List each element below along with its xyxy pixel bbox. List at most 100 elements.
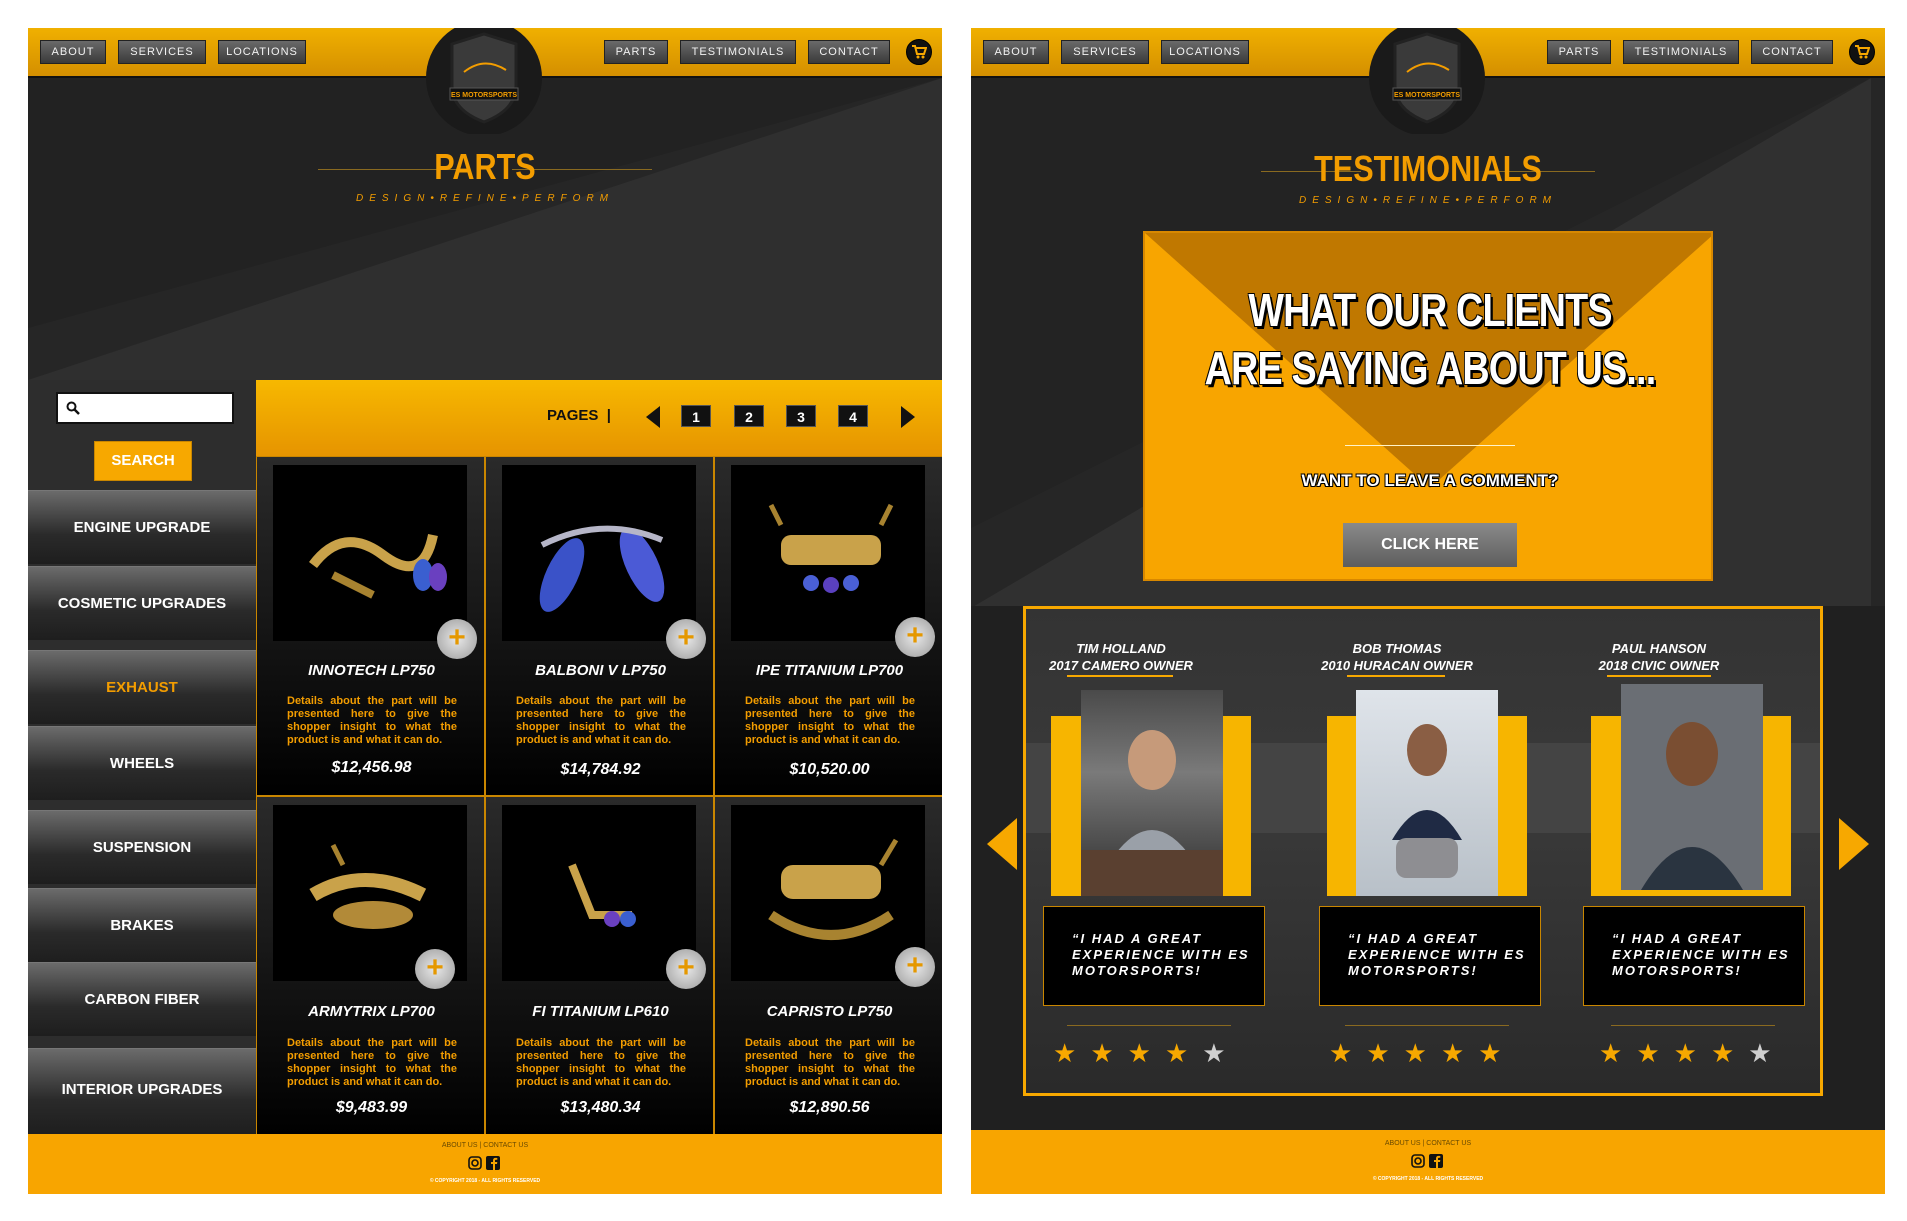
product-price: $12,890.56: [789, 1099, 870, 1116]
plus-icon[interactable]: +: [895, 617, 935, 657]
nav-parts[interactable]: PARTS: [1547, 40, 1611, 64]
page-2[interactable]: 2: [734, 405, 764, 427]
nav-locations[interactable]: LOCATIONS: [218, 40, 306, 64]
nav-testimonials[interactable]: TESTIMONIALS: [680, 40, 796, 64]
product-card[interactable]: + IPE TITANIUM LP700 Details about the p…: [714, 456, 942, 796]
category-label: SUSPENSION: [92, 839, 192, 856]
plus-icon[interactable]: +: [895, 947, 935, 987]
star-icon: ★: [1329, 1038, 1367, 1068]
product-card[interactable]: + CAPRISTO LP750 Details about the part …: [714, 796, 942, 1136]
category-label: INTERIOR UPGRADES: [61, 1081, 223, 1098]
category-brakes[interactable]: BRAKES: [28, 888, 256, 962]
product-image: [731, 465, 925, 641]
page-4[interactable]: 4: [838, 405, 868, 427]
product-name: CAPRISTO LP750: [766, 1003, 893, 1020]
footer-contact-link[interactable]: CONTACT US: [483, 1142, 528, 1149]
arrow-left-icon[interactable]: [646, 406, 660, 428]
comment-prompt: WANT TO LEAVE A COMMENT?: [1301, 471, 1559, 490]
star-icon: ★: [1478, 1038, 1516, 1068]
logo-text: ES MOTORSPORTS: [451, 92, 517, 99]
category-cosmetic-upgrades[interactable]: COSMETIC UPGRADES: [28, 566, 256, 640]
client-quote: “I HAD A GREAT EXPERIENCE WITH ES MOTORS…: [1319, 906, 1541, 1006]
category-carbon-fiber[interactable]: CARBON FIBER: [28, 962, 256, 1036]
facebook-icon[interactable]: [1429, 1154, 1443, 1168]
category-label: BRAKES: [110, 917, 174, 934]
nav-contact[interactable]: CONTACT: [1751, 40, 1833, 64]
footer-about-link[interactable]: ABOUT US: [442, 1142, 478, 1149]
footer-link-separator: |: [479, 1142, 482, 1149]
headline-line-1: WHAT OUR CLIENTS: [1248, 284, 1612, 336]
page-title: TESTIMONIALS: [1314, 148, 1542, 189]
plus-icon[interactable]: +: [415, 949, 455, 989]
category-exhaust[interactable]: EXHAUST: [28, 650, 256, 724]
client-underline: [1067, 675, 1173, 677]
page-1[interactable]: 1: [681, 405, 711, 427]
logo: ES MOTORSPORTS: [426, 28, 542, 134]
footer-about-link[interactable]: ABOUT US: [1385, 1140, 1421, 1147]
client-underline: [1607, 675, 1711, 677]
plus-icon[interactable]: +: [666, 619, 706, 659]
page-3[interactable]: 3: [786, 405, 816, 427]
client-name: BOB THOMAS 2010 HURACAN OWNER: [1321, 641, 1473, 673]
plus-icon[interactable]: +: [437, 619, 477, 659]
footer-links: ABOUT US | CONTACT US: [971, 1140, 1885, 1147]
star-icon: ★: [1053, 1038, 1091, 1068]
arrow-right-icon[interactable]: [901, 406, 915, 428]
category-label: WHEELS: [109, 755, 175, 772]
pages-label: PAGES |: [547, 407, 611, 424]
instagram-icon[interactable]: [468, 1156, 482, 1170]
footer-contact-link[interactable]: CONTACT US: [1426, 1140, 1471, 1147]
copyright: © COPYRIGHT 2018 - ALL RIGHTS RESERVED: [1372, 1176, 1484, 1182]
category-interior-upgrades[interactable]: INTERIOR UPGRADES: [28, 1048, 256, 1134]
plus-icon[interactable]: +: [666, 949, 706, 989]
instagram-icon[interactable]: [1411, 1154, 1425, 1168]
nav-locations[interactable]: LOCATIONS: [1161, 40, 1249, 64]
star-icon: ★: [1366, 1038, 1404, 1068]
testimonials-page: ABOUT SERVICES LOCATIONS PARTS TESTIMONI…: [971, 28, 1885, 1194]
product-card[interactable]: + INNOTECH LP750 Details about the part …: [256, 456, 485, 796]
product-name: INNOTECH LP750: [308, 662, 435, 679]
quote-divider: [1345, 1025, 1509, 1026]
category-wheels[interactable]: WHEELS: [28, 726, 256, 800]
arrow-right-icon[interactable]: [1839, 818, 1869, 870]
product-price: $10,520.00: [789, 761, 870, 778]
category-engine-upgrade[interactable]: ENGINE UPGRADE: [28, 490, 256, 564]
client-name: PAUL HANSON 2018 CIVIC OWNER: [1598, 641, 1720, 673]
product-description: Details about the part will be presented…: [287, 695, 457, 746]
product-card[interactable]: + FI TITANIUM LP610 Details about the pa…: [485, 796, 714, 1136]
logo: ES MOTORSPORTS: [1369, 28, 1485, 134]
facebook-icon[interactable]: [486, 1156, 500, 1170]
client-photo: [1356, 690, 1498, 896]
parts-page: ABOUT SERVICES LOCATIONS PARTS TESTIMONI…: [28, 28, 942, 1194]
cart-icon[interactable]: [1849, 39, 1875, 65]
arrow-left-icon[interactable]: [987, 818, 1017, 870]
search-button[interactable]: SEARCH: [94, 441, 192, 481]
nav-testimonials[interactable]: TESTIMONIALS: [1623, 40, 1739, 64]
nav-services[interactable]: SERVICES: [118, 40, 206, 64]
cart-icon[interactable]: [906, 39, 932, 65]
tagline: DESIGN•REFINE•PERFORM: [355, 193, 614, 204]
product-image: [731, 805, 925, 981]
star-icon: ★: [1202, 1038, 1240, 1068]
category-suspension[interactable]: SUSPENSION: [28, 810, 256, 884]
footer-link-separator: |: [1422, 1140, 1425, 1147]
nav-about[interactable]: ABOUT: [40, 40, 106, 64]
star-icon: ★: [1127, 1038, 1165, 1068]
search-input[interactable]: [56, 392, 234, 424]
product-description: Details about the part will be presented…: [516, 1037, 686, 1088]
headline-divider: [1345, 445, 1515, 446]
product-card[interactable]: + BALBONI V LP750 Details about the part…: [485, 456, 714, 796]
product-description: Details about the part will be presented…: [516, 695, 686, 746]
click-here-button[interactable]: CLICK HERE: [1343, 523, 1517, 567]
nav-services[interactable]: SERVICES: [1061, 40, 1149, 64]
nav-about[interactable]: ABOUT: [983, 40, 1049, 64]
logo-text: ES MOTORSPORTS: [1394, 92, 1460, 99]
category-label: ENGINE UPGRADE: [73, 519, 211, 536]
star-icon: ★: [1710, 1038, 1749, 1068]
nav-contact[interactable]: CONTACT: [808, 40, 890, 64]
nav-parts[interactable]: PARTS: [604, 40, 668, 64]
product-card[interactable]: + ARMYTRIX LP700 Details about the part …: [256, 796, 485, 1136]
product-name: ARMYTRIX LP700: [308, 1003, 435, 1020]
footer-links: ABOUT US | CONTACT US: [28, 1142, 942, 1149]
tagline: DESIGN•REFINE•PERFORM: [1298, 195, 1557, 206]
